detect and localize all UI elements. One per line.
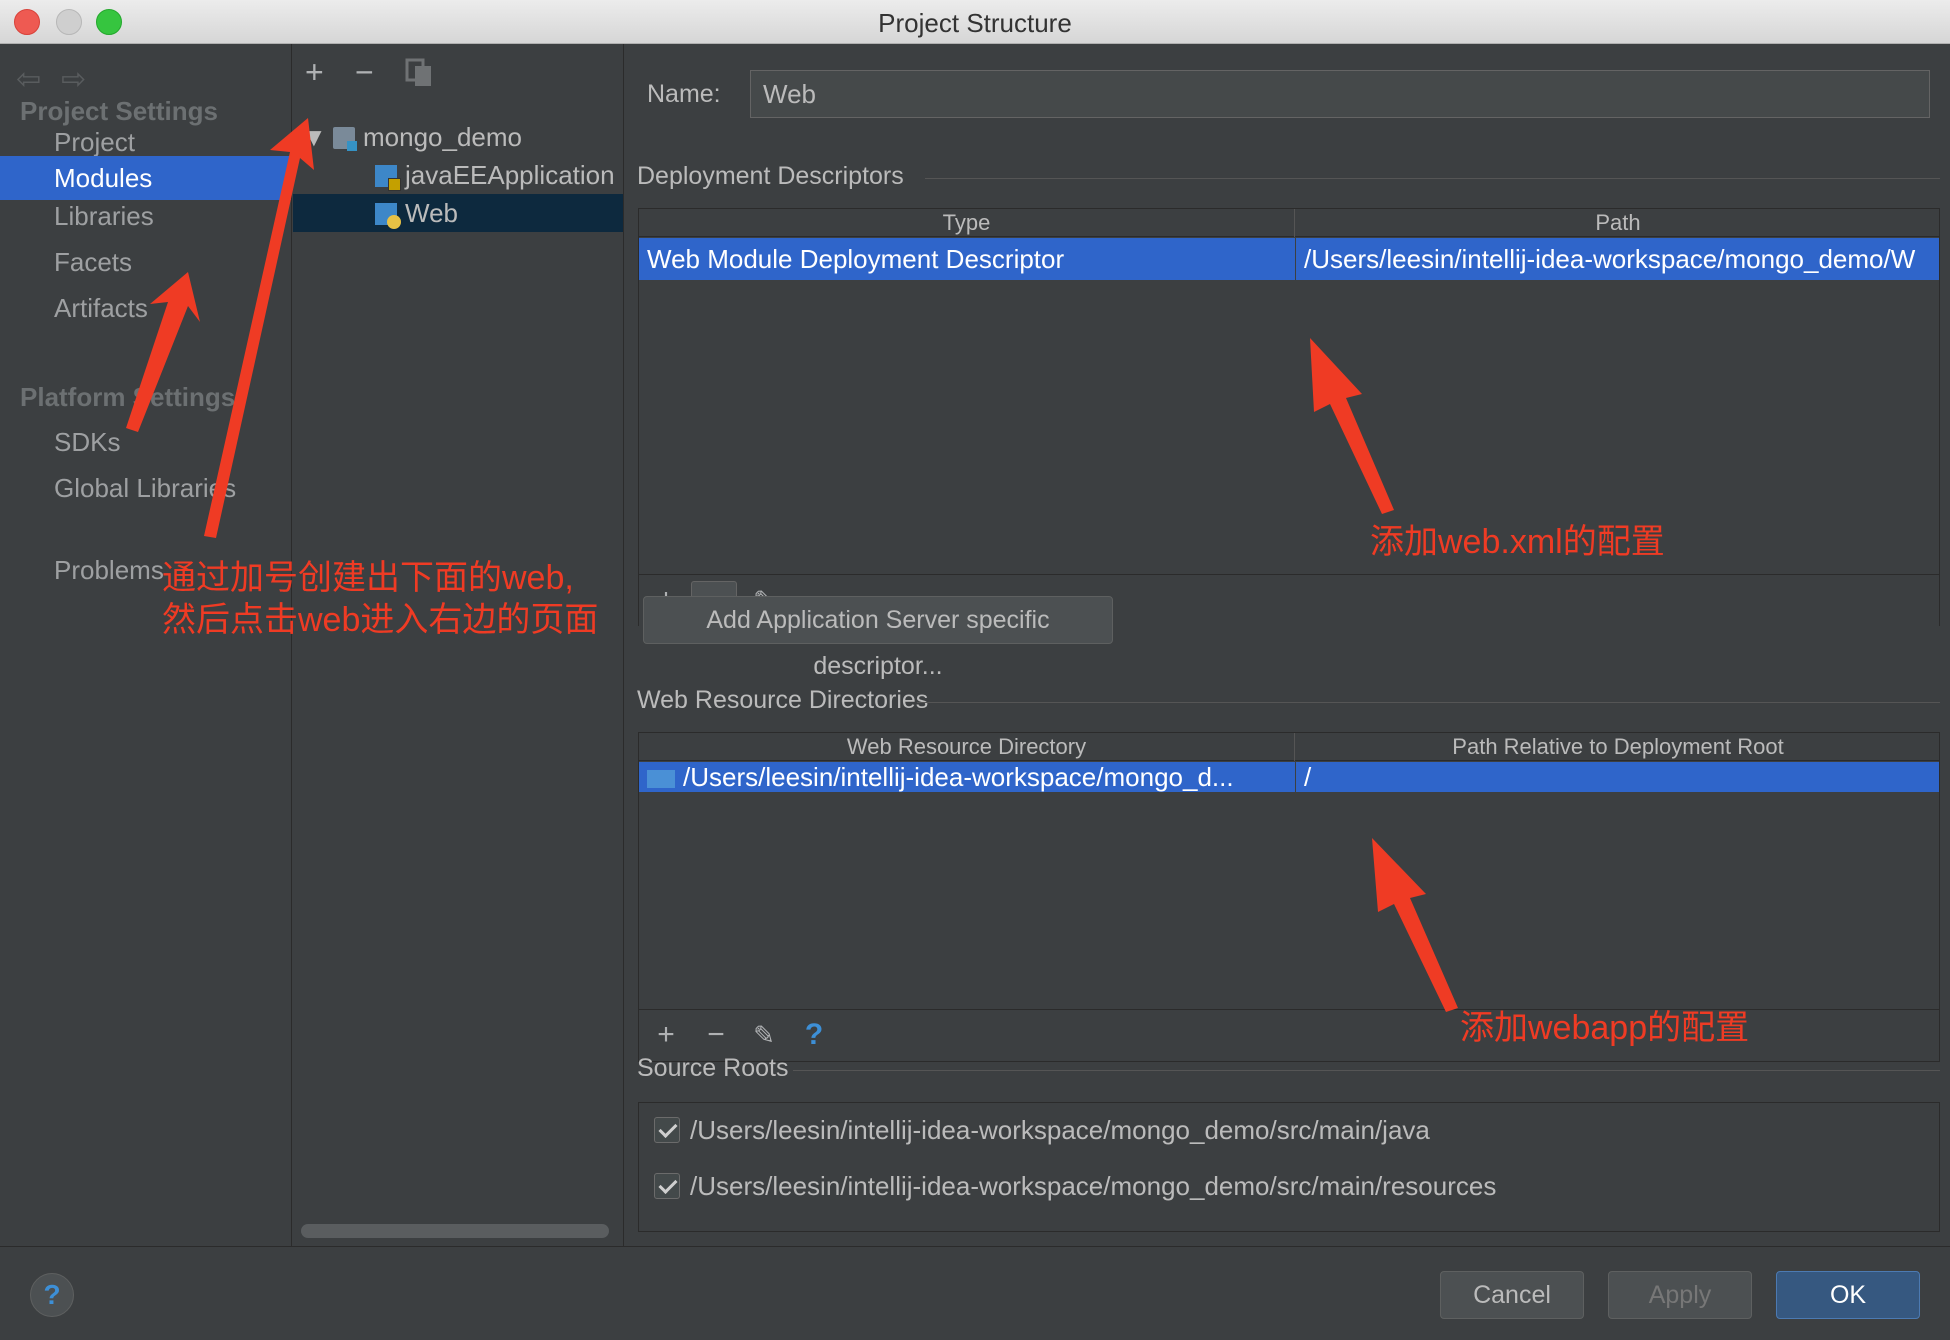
- annotation-webxml: 添加web.xml的配置: [1370, 523, 1665, 561]
- source-roots-list: /Users/leesin/intellij-idea-workspace/mo…: [638, 1102, 1940, 1232]
- table-row[interactable]: Web Module Deployment Descriptor /Users/…: [639, 238, 1939, 280]
- name-label: Name:: [647, 80, 721, 108]
- copy-module-button[interactable]: [405, 58, 433, 96]
- checkbox-checked[interactable]: [654, 1117, 680, 1143]
- remove-module-button[interactable]: −: [355, 54, 374, 91]
- relative-path-cell: /: [1295, 762, 1941, 792]
- source-root-item[interactable]: /Users/leesin/intellij-idea-workspace/mo…: [654, 1171, 1496, 1202]
- folder-icon: [333, 127, 357, 151]
- annotation-webapp: 添加webapp的配置: [1460, 1009, 1750, 1047]
- sidebar-item-libraries[interactable]: Libraries: [0, 194, 291, 238]
- back-arrow-icon[interactable]: ⇦: [16, 63, 41, 96]
- annotation-left-line2: 然后点击web进入右边的页面: [162, 601, 599, 639]
- source-root-item[interactable]: /Users/leesin/intellij-idea-workspace/mo…: [654, 1115, 1430, 1146]
- section-platform-settings: Platform Settings: [20, 382, 236, 412]
- checkbox-checked[interactable]: [654, 1173, 680, 1199]
- modules-panel: + − ▼ mongo_demo javaEEApplication Web: [293, 44, 624, 1246]
- group-divider: [917, 702, 1940, 703]
- deployment-descriptors-title: Deployment Descriptors: [637, 162, 904, 190]
- window-title: Project Structure: [878, 8, 1072, 38]
- column-header-web-resource-directory[interactable]: Web Resource Directory: [639, 733, 1295, 761]
- source-root-path: /Users/leesin/intellij-idea-workspace/mo…: [690, 1115, 1430, 1145]
- source-root-path: /Users/leesin/intellij-idea-workspace/mo…: [690, 1171, 1497, 1201]
- sidebar-item-artifacts[interactable]: Artifacts: [0, 286, 291, 330]
- name-field[interactable]: Web: [750, 70, 1930, 118]
- column-header-path[interactable]: Path: [1296, 209, 1940, 237]
- tree-node-label: Web: [405, 198, 458, 228]
- nav-arrows: ⇦ ⇨: [16, 62, 106, 97]
- help-question-icon[interactable]: ?: [791, 1016, 837, 1056]
- web-resource-dir-text: /Users/leesin/intellij-idea-workspace/mo…: [683, 762, 1234, 792]
- web-resource-dir-cell: /Users/leesin/intellij-idea-workspace/mo…: [639, 762, 1295, 792]
- tree-node-label: mongo_demo: [363, 122, 522, 152]
- add-web-resource-button[interactable]: +: [643, 1016, 689, 1056]
- sidebar-item-global-libraries[interactable]: Global Libraries: [0, 466, 291, 510]
- copy-icon: [405, 58, 431, 86]
- dialog-button-bar: ? Cancel Apply OK: [0, 1246, 1950, 1340]
- descriptor-type-cell: Web Module Deployment Descriptor: [647, 244, 1065, 274]
- sidebar-item-facets[interactable]: Facets: [0, 240, 291, 284]
- web-module-icon: [375, 203, 401, 229]
- add-module-button[interactable]: +: [305, 54, 324, 91]
- edit-web-resource-button[interactable]: ✎: [741, 1016, 787, 1056]
- group-divider: [925, 178, 1940, 179]
- remove-web-resource-button[interactable]: −: [693, 1016, 739, 1056]
- tree-node-label: javaEEApplication: [405, 160, 615, 190]
- descriptor-path-cell: /Users/leesin/intellij-idea-workspace/mo…: [1295, 238, 1941, 280]
- deployment-descriptors-table: Type Path Web Module Deployment Descript…: [638, 208, 1940, 626]
- group-divider: [793, 1070, 1940, 1071]
- web-folder-icon: [647, 770, 675, 788]
- forward-arrow-icon[interactable]: ⇨: [61, 63, 86, 96]
- horizontal-scrollbar[interactable]: [301, 1224, 609, 1238]
- tree-node-web[interactable]: Web: [293, 194, 623, 232]
- web-resource-directories-title: Web Resource Directories: [637, 686, 929, 714]
- module-icon: [375, 165, 401, 191]
- source-roots-title: Source Roots: [637, 1054, 789, 1082]
- web-facet-settings: Name: Web Deployment Descriptors Type Pa…: [625, 44, 1950, 1246]
- table-header: Web Resource Directory Path Relative to …: [639, 733, 1939, 761]
- title-bar: Project Structure: [0, 0, 1950, 44]
- column-header-path-relative[interactable]: Path Relative to Deployment Root: [1296, 733, 1940, 761]
- table-header: Type Path: [639, 209, 1939, 237]
- ok-button[interactable]: OK: [1776, 1271, 1920, 1319]
- settings-sidebar: ⇦ ⇨ Project Settings Project Modules Libr…: [0, 44, 292, 1246]
- column-header-type[interactable]: Type: [639, 209, 1295, 237]
- sidebar-item-sdks[interactable]: SDKs: [0, 420, 291, 464]
- apply-button[interactable]: Apply: [1608, 1271, 1752, 1319]
- help-button[interactable]: ?: [30, 1273, 74, 1317]
- tree-node-mongo-demo[interactable]: ▼ mongo_demo: [293, 118, 623, 156]
- add-server-descriptor-button[interactable]: Add Application Server specific descript…: [643, 596, 1113, 680]
- tree-node-javaeeapplication[interactable]: javaEEApplication: [293, 156, 623, 194]
- expand-triangle-icon[interactable]: ▼: [301, 118, 333, 156]
- cancel-button[interactable]: Cancel: [1440, 1271, 1584, 1319]
- table-row[interactable]: /Users/leesin/intellij-idea-workspace/mo…: [639, 762, 1939, 792]
